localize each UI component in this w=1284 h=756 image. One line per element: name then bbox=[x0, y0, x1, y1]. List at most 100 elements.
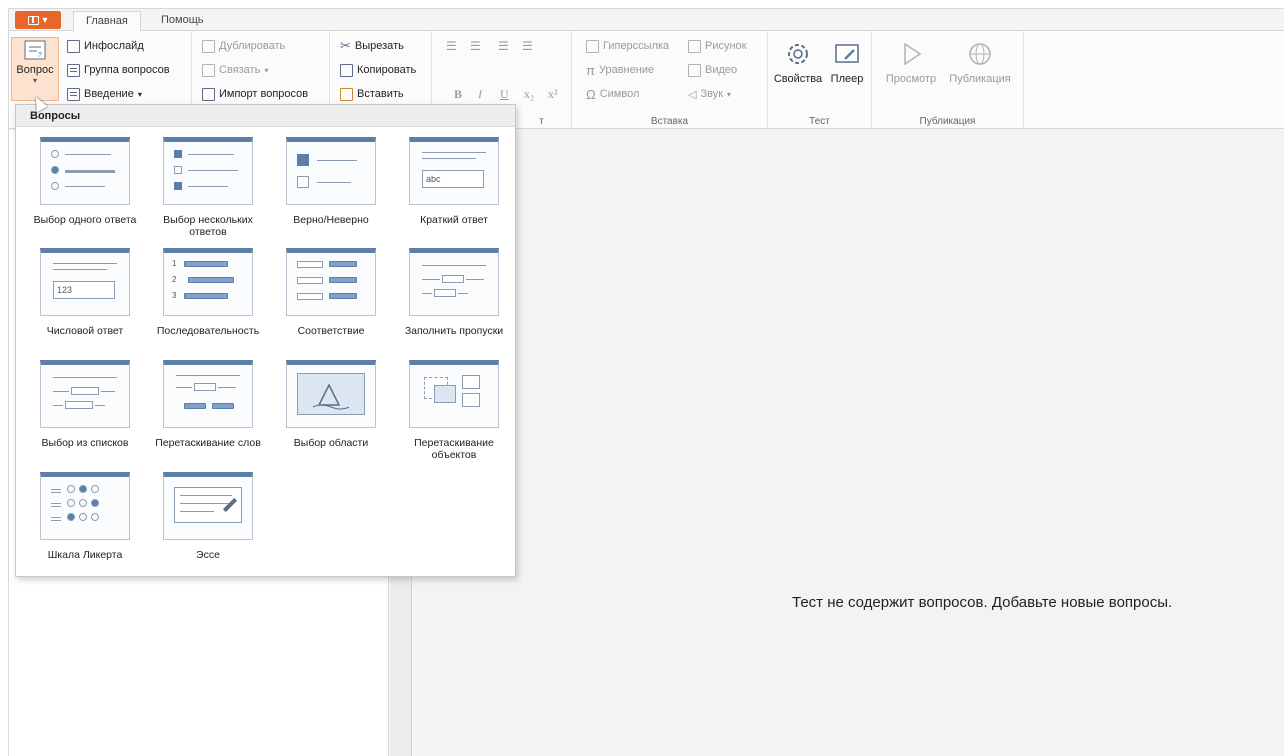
question-type-multiple-choice[interactable]: Выбор нескольких ответов bbox=[149, 137, 267, 238]
drag-words-icon bbox=[163, 360, 253, 428]
publish-button[interactable]: Публикация bbox=[942, 39, 1018, 85]
scissors-icon: ✂ bbox=[340, 38, 351, 53]
question-type-label: Эссе bbox=[196, 549, 220, 561]
question-type-hotspot[interactable]: Выбор области bbox=[272, 360, 390, 449]
omega-icon: Ω bbox=[586, 86, 596, 102]
question-type-matching[interactable]: Соответствие bbox=[272, 248, 390, 337]
hyperlink-label: Гиперссылка bbox=[603, 40, 670, 52]
bold-icon[interactable]: B bbox=[454, 87, 462, 102]
question-type-drag-words[interactable]: Перетаскивание слов bbox=[149, 360, 267, 449]
question-type-drag-objects[interactable]: Перетаскивание объектов bbox=[395, 360, 513, 461]
picture-icon bbox=[688, 39, 701, 53]
paste-button[interactable]: Вставить bbox=[340, 85, 404, 103]
properties-label: Свойства bbox=[773, 73, 823, 85]
question-type-label: Краткий ответ bbox=[420, 214, 488, 226]
sound-label: Звук bbox=[700, 88, 724, 100]
import-questions-label: Импорт вопросов bbox=[219, 88, 309, 100]
true-false-icon bbox=[286, 137, 376, 205]
cut-button[interactable]: ✂ Вырезать bbox=[340, 37, 404, 55]
symbol-button[interactable]: Ω Символ bbox=[586, 85, 639, 103]
dropdown-header: Вопросы bbox=[16, 105, 515, 127]
fill-blanks-icon bbox=[409, 248, 499, 316]
likert-icon bbox=[40, 472, 130, 540]
intro-button[interactable]: Введение ▾ bbox=[67, 85, 142, 103]
select-from-lists-icon bbox=[40, 360, 130, 428]
hyperlink-button[interactable]: Гиперссылка bbox=[586, 37, 669, 55]
tab-help[interactable]: Помощь bbox=[149, 11, 216, 32]
player-icon bbox=[835, 44, 859, 63]
duplicate-button[interactable]: Дублировать bbox=[202, 37, 285, 55]
question-type-single-choice[interactable]: Выбор одного ответа bbox=[26, 137, 144, 226]
publish-label: Публикация bbox=[949, 73, 1011, 85]
underline-icon[interactable]: U bbox=[500, 87, 509, 102]
sequence-icon: 1 2 3 bbox=[163, 248, 253, 316]
link-icon bbox=[202, 63, 215, 77]
infoslide-button[interactable]: Инфослайд bbox=[67, 37, 144, 55]
drag-objects-icon bbox=[409, 360, 499, 428]
group-label-insert: Вставка bbox=[650, 116, 689, 127]
question-group-label: Группа вопросов bbox=[84, 64, 170, 76]
import-questions-button[interactable]: Импорт вопросов bbox=[202, 85, 308, 103]
italic-icon[interactable]: I bbox=[478, 87, 482, 102]
equation-button[interactable]: π Уравнение bbox=[586, 61, 654, 79]
empty-test-message: Тест не содержит вопросов. Добавьте новы… bbox=[792, 594, 1173, 611]
question-type-fill-blanks[interactable]: Заполнить пропуски bbox=[395, 248, 513, 337]
question-type-essay[interactable]: Эссе bbox=[149, 472, 267, 561]
import-icon bbox=[202, 87, 215, 101]
speaker-icon: ◁ bbox=[688, 88, 697, 101]
sequence-number: 2 bbox=[172, 275, 177, 284]
editor-canvas[interactable] bbox=[413, 130, 1284, 756]
picture-label: Рисунок bbox=[705, 40, 747, 52]
link-label: Связать bbox=[219, 64, 261, 76]
question-type-select-from-lists[interactable]: Выбор из списков bbox=[26, 360, 144, 449]
ribbon-group-test: Свойства Плеер Тест bbox=[768, 31, 872, 129]
picture-button[interactable]: Рисунок bbox=[688, 37, 747, 55]
gear-icon bbox=[788, 44, 808, 64]
duplicate-icon bbox=[202, 39, 215, 53]
player-label: Плеер bbox=[830, 73, 864, 85]
question-group-button[interactable]: Группа вопросов bbox=[67, 61, 170, 79]
increase-indent-icon[interactable]: ☰ bbox=[522, 39, 533, 54]
numbered-list-icon[interactable]: ☰ bbox=[470, 39, 481, 54]
sequence-number: 3 bbox=[172, 291, 177, 300]
question-type-label: Последовательность bbox=[156, 325, 260, 337]
tab-home[interactable]: Главная bbox=[73, 11, 141, 32]
chevron-down-icon: ▾ bbox=[32, 76, 37, 85]
play-icon bbox=[904, 42, 922, 66]
preview-label: Просмотр bbox=[885, 73, 937, 85]
paste-label: Вставить bbox=[357, 88, 404, 100]
short-answer-sample: abc bbox=[422, 170, 484, 188]
subscript-icon[interactable]: x₂ bbox=[524, 87, 534, 102]
link-button[interactable]: Связать ▾ bbox=[202, 61, 268, 79]
globe-icon bbox=[969, 43, 991, 65]
question-type-short-answer[interactable]: abc Краткий ответ bbox=[395, 137, 513, 226]
bullet-list-icon[interactable]: ☰ bbox=[446, 39, 457, 54]
equation-label: Уравнение bbox=[598, 64, 655, 76]
sound-button[interactable]: ◁ Звук ▾ bbox=[688, 85, 731, 103]
video-icon bbox=[688, 63, 701, 77]
question-button-label: Вопрос bbox=[16, 64, 54, 76]
preview-button[interactable]: Просмотр bbox=[882, 39, 940, 85]
video-button[interactable]: Видео bbox=[688, 61, 737, 79]
properties-button[interactable]: Свойства bbox=[774, 39, 822, 85]
copy-label: Копировать bbox=[357, 64, 417, 76]
superscript-icon[interactable]: x² bbox=[548, 87, 558, 102]
question-type-label: Перетаскивание объектов bbox=[414, 437, 494, 461]
cut-label: Вырезать bbox=[354, 40, 404, 52]
question-type-label: Выбор из списков bbox=[41, 437, 129, 449]
player-button[interactable]: Плеер bbox=[826, 39, 868, 85]
file-menu-button[interactable]: ▾ bbox=[15, 11, 61, 29]
hotspot-icon bbox=[286, 360, 376, 428]
decrease-indent-icon[interactable]: ☰ bbox=[498, 39, 509, 54]
question-type-label: Верно/Неверно bbox=[293, 214, 369, 226]
copy-icon bbox=[340, 63, 353, 77]
infoslide-label: Инфослайд bbox=[84, 40, 144, 52]
copy-button[interactable]: Копировать bbox=[340, 61, 416, 79]
question-type-sequence[interactable]: 1 2 3 Последовательность bbox=[149, 248, 267, 337]
question-type-numeric[interactable]: 123 Числовой ответ bbox=[26, 248, 144, 337]
chevron-down-icon: ▾ bbox=[264, 65, 269, 75]
question-type-likert[interactable]: Шкала Ликерта bbox=[26, 472, 144, 561]
question-type-true-false[interactable]: Верно/Неверно bbox=[272, 137, 390, 226]
symbol-label: Символ bbox=[599, 88, 640, 100]
question-button[interactable]: ? Вопрос ▾ bbox=[11, 37, 59, 101]
